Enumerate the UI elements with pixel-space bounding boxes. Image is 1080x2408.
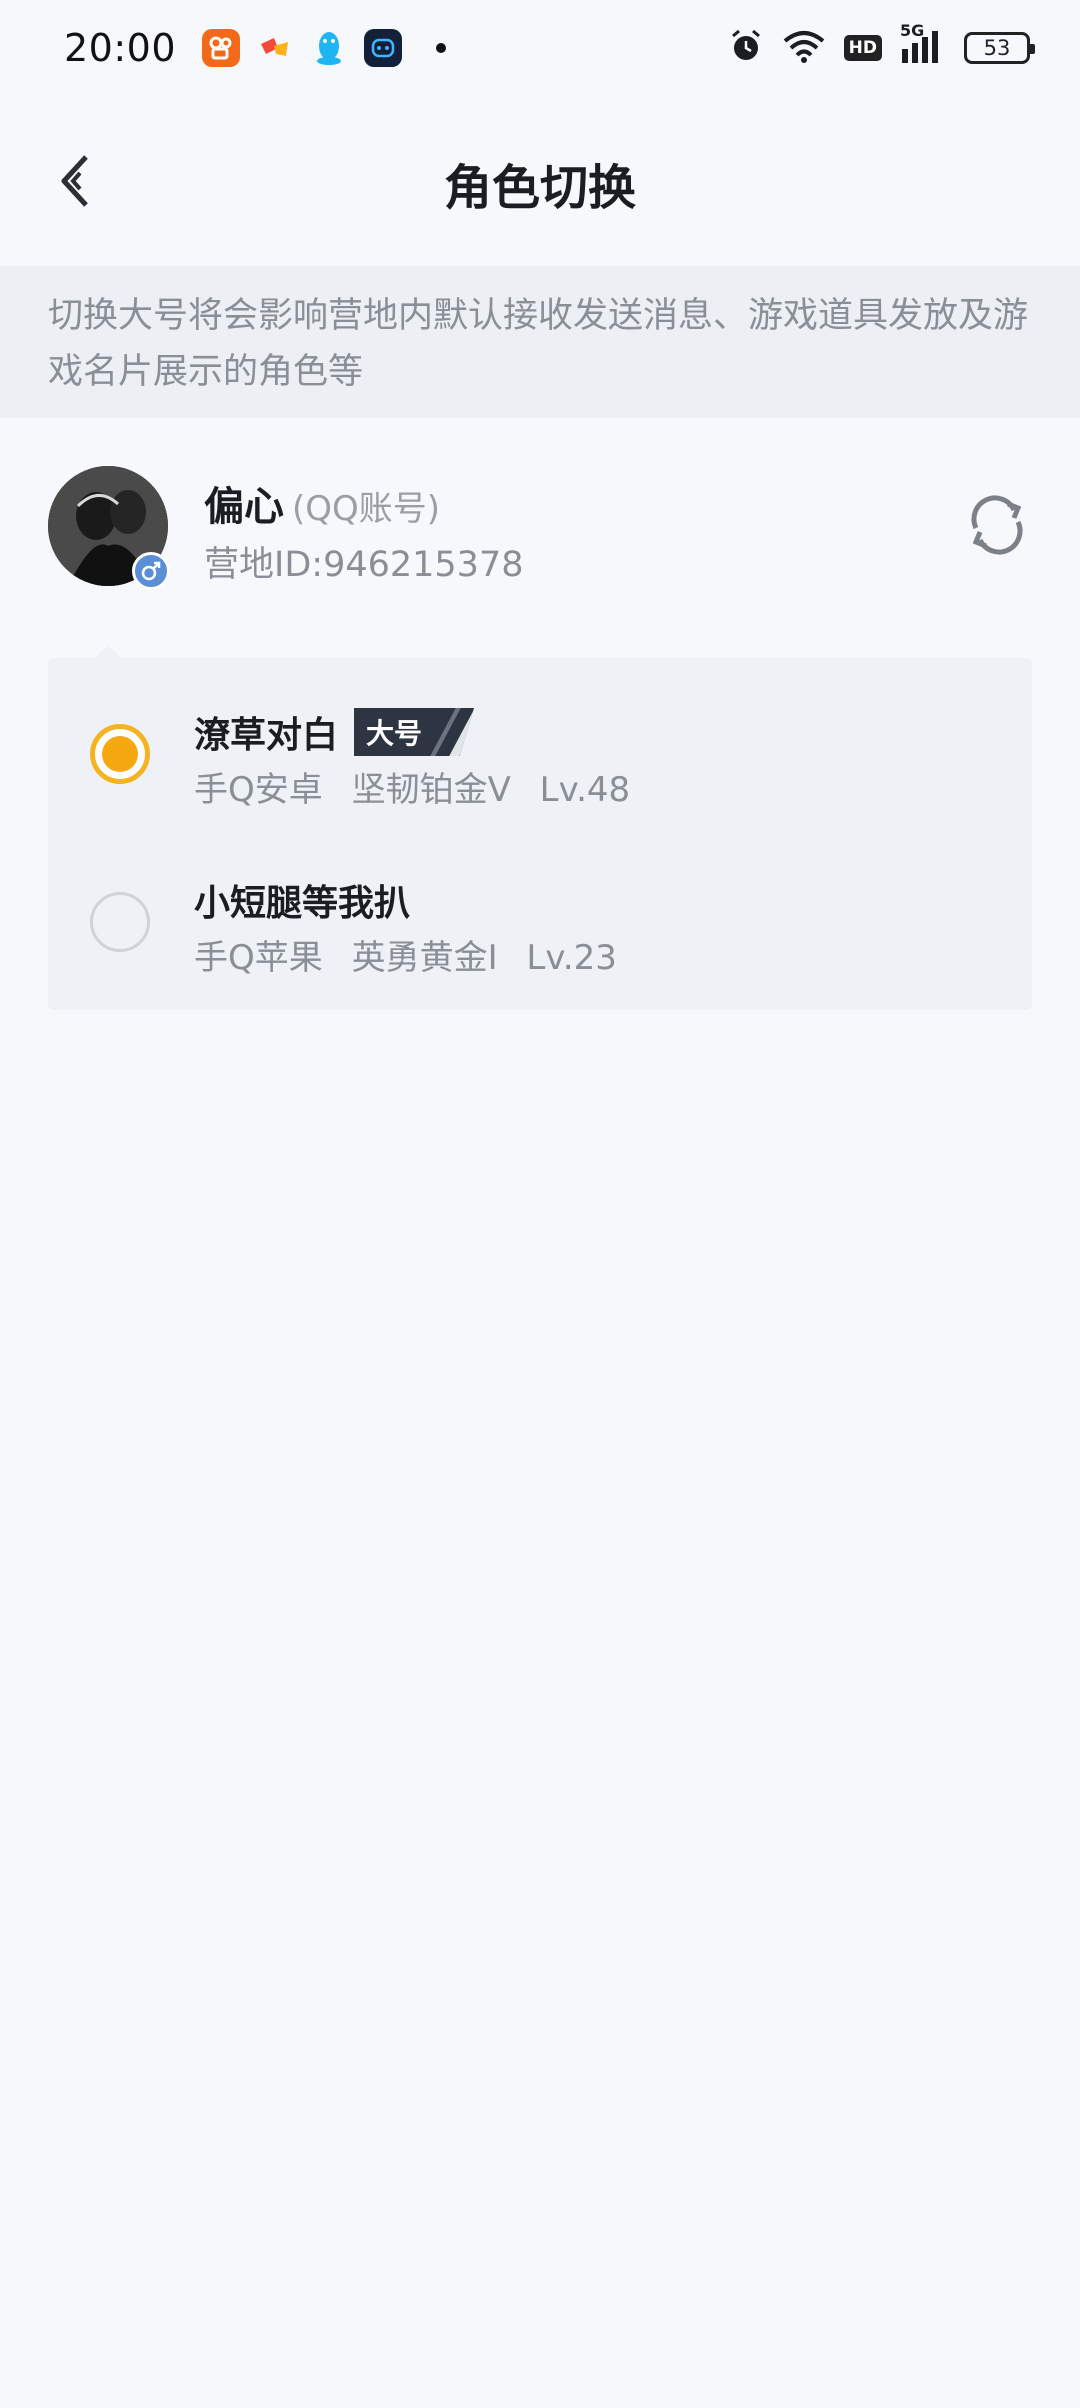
wifi-icon (782, 29, 826, 67)
role-item[interactable]: 潦草对白 大号 手Q安卓 坚韧铂金V Lv.48 (48, 658, 1032, 826)
role-level: Lv.23 (526, 938, 617, 978)
status-bar: 20:00 HD 5G 53 (0, 0, 1080, 96)
nickname-row: 偏心 (QQ账号) (204, 474, 440, 532)
nickname: 偏心 (204, 484, 284, 530)
male-icon (132, 552, 170, 590)
system-indicators: HD 5G 53 (728, 21, 1035, 68)
role-name-row: 潦草对白 大号 (194, 706, 475, 758)
alarm-icon (728, 28, 764, 68)
account-type: (QQ账号) (292, 489, 441, 529)
role-rank: 英勇黄金I (351, 938, 498, 978)
robot-app-icon (364, 29, 403, 67)
role-level: Lv.48 (539, 770, 631, 810)
battery-level: 53 (983, 36, 1011, 60)
refresh-icon (971, 495, 1023, 555)
hd-voice-icon: HD (843, 35, 882, 61)
avatar-container[interactable] (48, 466, 170, 590)
qq-penguin-icon (310, 29, 348, 67)
navigation-bar: 角色切换 (0, 96, 1080, 266)
role-platform: 手Q苹果 (194, 938, 323, 978)
switch-notice: 切换大号将会影响营地内默认接收发送消息、游戏道具发放及游戏名片展示的角色等 (0, 266, 1080, 418)
main-account-badge-label: 大号 (366, 717, 423, 750)
role-name: 潦草对白 (194, 715, 339, 756)
network-type-label: 5G (900, 21, 925, 40)
role-list: 潦草对白 大号 手Q安卓 坚韧铂金V Lv.48 小短腿等我扒 手Q苹果 英勇黄… (48, 646, 1032, 1010)
radio-selected[interactable] (90, 724, 150, 784)
signal-icon: 5G (900, 21, 946, 65)
notification-icons (202, 29, 447, 67)
game-icon (256, 29, 294, 67)
kuaishou-icon (202, 29, 241, 67)
page-title: 角色切换 (443, 160, 636, 216)
camp-id: 营地ID:946215378 (204, 545, 524, 585)
role-name: 小短腿等我扒 (194, 883, 411, 924)
role-item[interactable]: 小短腿等我扒 手Q苹果 英勇黄金I Lv.23 (48, 826, 1032, 994)
role-detail: 手Q安卓 坚韧铂金V Lv.48 (194, 762, 648, 811)
status-time: 20:00 (64, 26, 177, 70)
role-rank: 坚韧铂金V (351, 770, 511, 810)
switch-account-button[interactable] (964, 492, 1030, 558)
battery-indicator: 53 (964, 32, 1035, 64)
radio-unselected[interactable] (90, 892, 150, 952)
role-name-row: 小短腿等我扒 (194, 874, 410, 926)
role-detail: 手Q苹果 英勇黄金I Lv.23 (194, 930, 635, 979)
more-notifications-dot (436, 43, 447, 53)
main-account-badge: 大号 (354, 708, 475, 756)
role-platform: 手Q安卓 (194, 770, 323, 810)
account-row: 偏心 (QQ账号) 营地ID:946215378 (0, 418, 1080, 628)
